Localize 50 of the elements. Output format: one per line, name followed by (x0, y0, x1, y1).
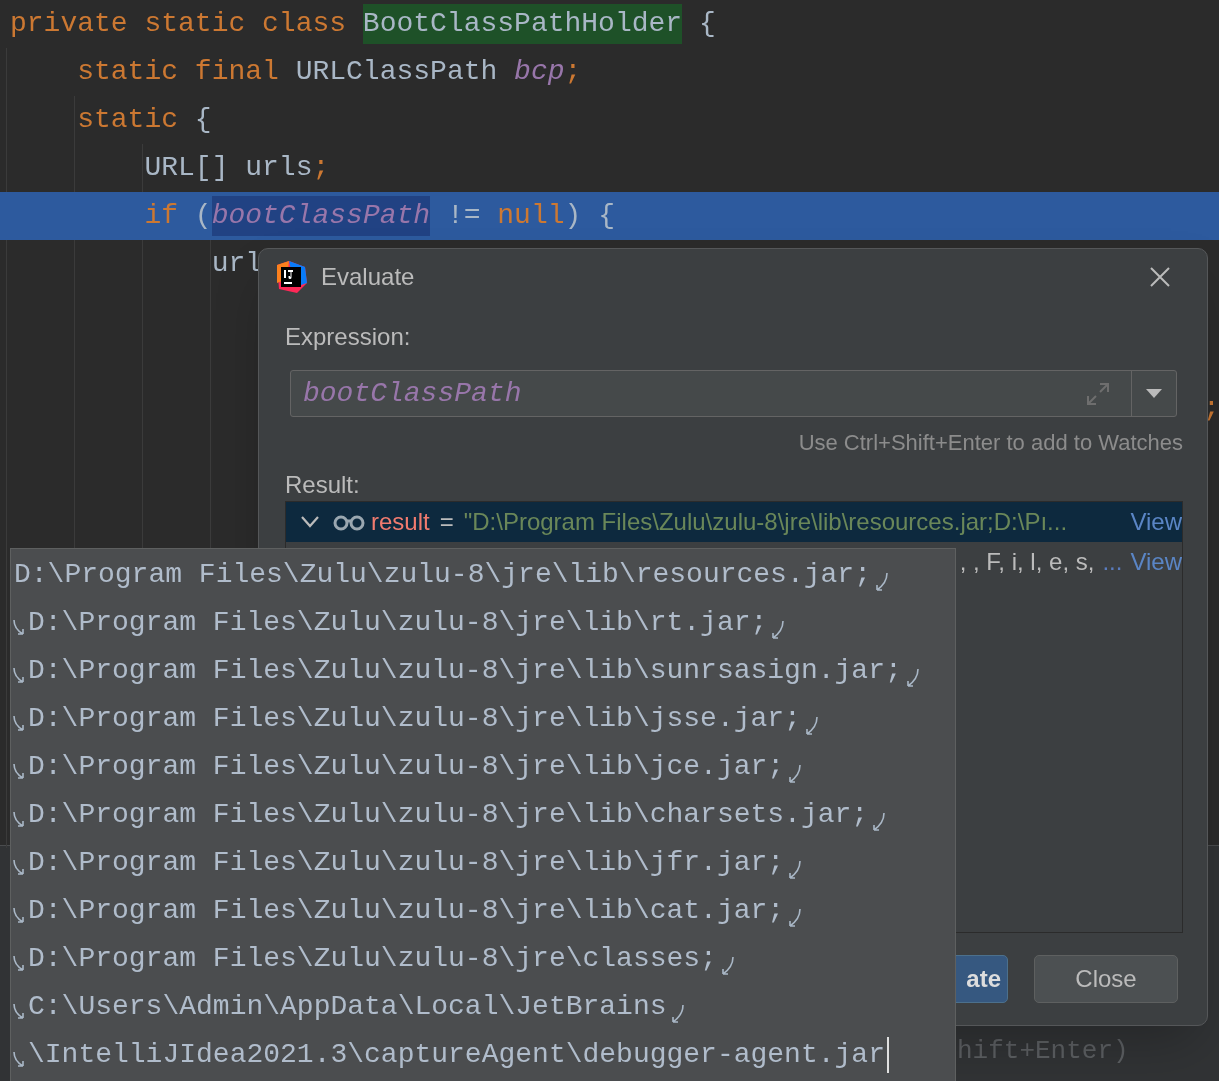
view-link[interactable]: View (1130, 504, 1182, 540)
view-link[interactable]: View (1130, 544, 1182, 580)
path-text: D:\Program Files\Zulu\zulu-8\jre\classes; (28, 942, 717, 976)
glasses-icon (333, 513, 365, 531)
chevron-down-icon[interactable] (301, 516, 319, 528)
code-token: if (143, 199, 180, 233)
close-icon[interactable] (1149, 266, 1171, 288)
ellipsis-text: ... (1102, 547, 1123, 577)
field-label: Expression: (285, 323, 412, 351)
expression-field[interactable]: bootClassPath (290, 370, 1177, 417)
code-token: null (497, 199, 565, 233)
highlighted-identifier: BootClassPathHolder (362, 4, 683, 44)
wrap-icon (786, 859, 803, 881)
equals-sign: = (439, 507, 454, 537)
hint-text: Use Ctrl+Shift+Enter to add to Watches (798, 429, 1183, 457)
path-text: D:\Program Files\Zulu\zulu-8\jre\lib\charsets.jar; (28, 798, 869, 832)
path-text: D:\Program Files\Zulu\zulu-8\jre\lib\sunrsasign.jar; (28, 654, 902, 688)
dropdown-arrow-icon[interactable] (1146, 388, 1162, 399)
app-logo-icon (275, 261, 307, 293)
code-line: URL[] urls; (143, 151, 330, 185)
code-token: ) { (564, 199, 615, 233)
path-text: D:\Program Files\Zulu\zulu-8\jre\lib\jfr.jar; (28, 846, 785, 880)
text-cursor (886, 1037, 889, 1073)
wrap-icon (870, 811, 887, 833)
path-text: C:\Users\Admin\AppData\Local\JetBrains (28, 990, 667, 1024)
highlighted-identifier: bootClassPath (211, 196, 431, 236)
code-token: ( (194, 199, 212, 233)
path-text: \IntelliJIdea2021.3\captureAgent\debugger-agent.jar (28, 1038, 885, 1072)
code-line: static { (76, 103, 212, 137)
path-text: D:\Program Files\Zulu\zulu-8\jre\lib\jce.jar; (28, 750, 785, 784)
path-text: D:\Program Files\Zulu\zulu-8\jre\lib\cat.jar; (28, 894, 785, 928)
path-text: D:\Program Files\Zulu\zulu-8\jre\lib\rt.jar; (28, 606, 768, 640)
field-label: Result: (285, 471, 361, 499)
char-array-value: , , F, i, l, e, s, (959, 547, 1095, 577)
path-text: D:\Program Files\Zulu\zulu-8\jre\lib\jsse.jar; (28, 702, 801, 736)
string-value: "D:\Program Files\Zulu\zulu-8\jre\lib\resources.jar;D:\Pı... (463, 507, 1068, 537)
code-fragment: ; (1203, 392, 1219, 426)
variable-name: result (371, 507, 430, 537)
code-line: url (210, 247, 263, 281)
dialog-title: Evaluate (321, 262, 415, 292)
code-token: private static class (10, 7, 348, 41)
close-button[interactable]: Close (1034, 955, 1178, 1003)
wrap-icon (786, 907, 803, 929)
code-token: { (697, 7, 716, 41)
wrap-icon (786, 763, 803, 785)
tree-row[interactable]: result = "D:\Program Files\Zulu\zulu-8\jre\lib\resources.jar;D:\Pı... View (286, 502, 1182, 542)
code-token: != (445, 199, 482, 233)
code-line: static final URLClassPath bcp; (76, 55, 582, 89)
path-text: D:\Program Files\Zulu\zulu-8\jre\lib\resources.jar; (14, 558, 871, 592)
wrap-icon (769, 619, 786, 641)
